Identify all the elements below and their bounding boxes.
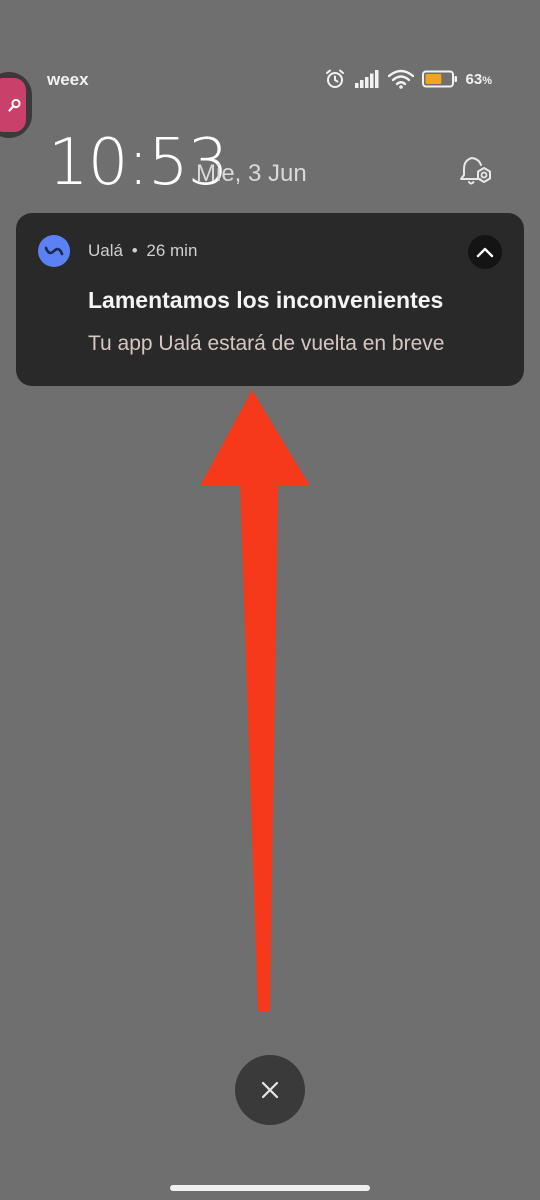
lockscreen-date: Mie, 3 Jun: [196, 160, 307, 187]
home-indicator[interactable]: [170, 1185, 370, 1191]
notification-time: 26 min: [146, 241, 198, 260]
red-arrow-annotation: [200, 390, 310, 1012]
carrier-name: weex: [47, 70, 89, 89]
battery-percent: 63%: [465, 70, 492, 88]
notification-settings-button[interactable]: [458, 154, 496, 195]
notification-card[interactable]: Ualá • 26 min Lamentamos los inconvenien…: [16, 213, 524, 386]
floating-app-bubble[interactable]: [0, 72, 32, 138]
swipe-up-arrow: [190, 386, 320, 1021]
close-button[interactable]: [235, 1055, 305, 1125]
bubble-app-icon: [0, 78, 26, 132]
collapse-notification-button[interactable]: [468, 235, 502, 269]
wifi-icon: [387, 69, 414, 89]
uala-app-icon: [38, 235, 70, 267]
status-icons: 63%: [324, 68, 492, 90]
battery-percent-sign: %: [482, 74, 492, 87]
bell-settings-icon: [460, 157, 491, 185]
notification-app-name: Ualá: [88, 241, 123, 260]
search-icon: [8, 98, 21, 112]
uala-logo-icon: [44, 246, 64, 256]
signal-icon: [354, 70, 379, 88]
notification-title: Lamentamos los inconvenientes: [88, 287, 444, 313]
notification-separator: •: [131, 241, 138, 260]
alarm-icon: [325, 69, 344, 88]
notification-body: Tu app Ualá estará de vuelta en breve: [88, 332, 445, 355]
chevron-up-icon: [476, 247, 494, 258]
close-icon: [261, 1081, 279, 1099]
notification-header: Ualá • 26 min: [88, 241, 197, 261]
battery-icon: [421, 70, 457, 88]
